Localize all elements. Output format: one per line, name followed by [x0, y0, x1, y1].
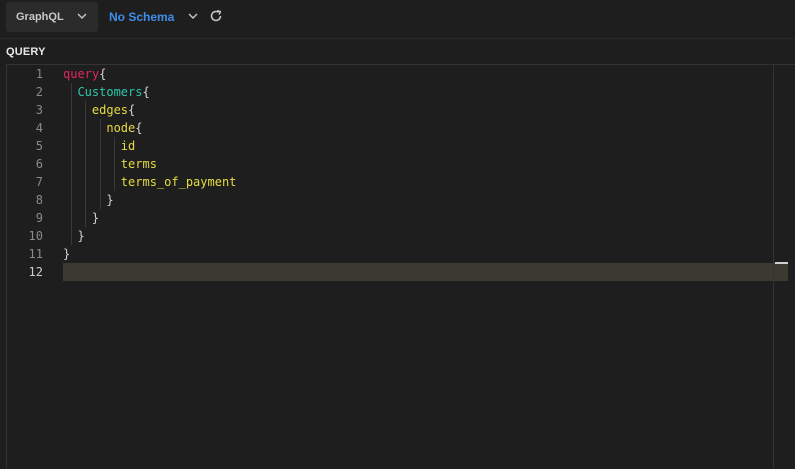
token-field: terms: [120, 157, 157, 171]
line-number: 2: [35, 85, 43, 99]
chevron-down-icon: [77, 13, 87, 19]
token-field: node: [106, 121, 136, 135]
code-line: }: [63, 227, 85, 245]
line-number: 7: [35, 175, 43, 189]
token-brace: {: [99, 67, 107, 81]
token-type: Customers: [77, 85, 143, 99]
token-field: edges: [91, 103, 129, 117]
code-line: edges{: [63, 101, 135, 119]
token-brace: }: [91, 211, 100, 225]
code-line: terms_of_payment: [63, 173, 237, 191]
query-editor[interactable]: 1 2 3 4 5 6 7 8 9 10 11 12 query{ Customers{ edges{…: [6, 64, 795, 469]
code-area[interactable]: query{ Customers{ edges{ node{ id terms …: [63, 65, 795, 469]
line-number: 12: [28, 265, 43, 279]
token-brace: {: [142, 85, 150, 99]
line-number: 8: [35, 193, 43, 207]
line-number: 5: [35, 139, 43, 153]
schema-select-label: No Schema: [109, 10, 175, 24]
chevron-down-icon: [188, 13, 198, 19]
code-line: Customers{: [63, 83, 150, 101]
line-number: 4: [35, 121, 43, 135]
code-line: }: [63, 245, 70, 263]
code-line: node{: [63, 119, 143, 137]
line-number: 10: [28, 229, 43, 243]
code-line: query{: [63, 65, 106, 83]
token-brace: {: [135, 121, 143, 135]
refresh-icon[interactable]: [209, 9, 223, 23]
line-number: 1: [35, 67, 43, 81]
line-number: 6: [35, 157, 43, 171]
token-kw: query: [63, 67, 100, 81]
line-number: 3: [35, 103, 43, 117]
code-line: id: [63, 137, 135, 155]
token-brace: {: [128, 103, 136, 117]
language-select[interactable]: GraphQL: [6, 2, 98, 32]
code-line: terms: [63, 155, 157, 173]
token-brace: }: [106, 193, 114, 207]
line-number-gutter: 1 2 3 4 5 6 7 8 9 10 11 12: [7, 65, 49, 469]
token-brace: }: [63, 247, 71, 261]
cursor-position-marker: [775, 262, 788, 264]
token-field: id: [120, 139, 136, 153]
code-line: }: [63, 209, 99, 227]
line-number: 11: [28, 247, 43, 261]
query-section-label: QUERY: [6, 46, 46, 58]
schema-select[interactable]: No Schema: [109, 2, 201, 32]
token-field: terms_of_payment: [120, 175, 237, 189]
code-line: }: [63, 191, 114, 209]
token-brace: }: [77, 229, 85, 243]
language-select-label: GraphQL: [16, 11, 64, 23]
line-number: 9: [35, 211, 43, 225]
toolbar: GraphQL No Schema: [0, 0, 795, 39]
vertical-scrollbar[interactable]: [773, 65, 788, 469]
